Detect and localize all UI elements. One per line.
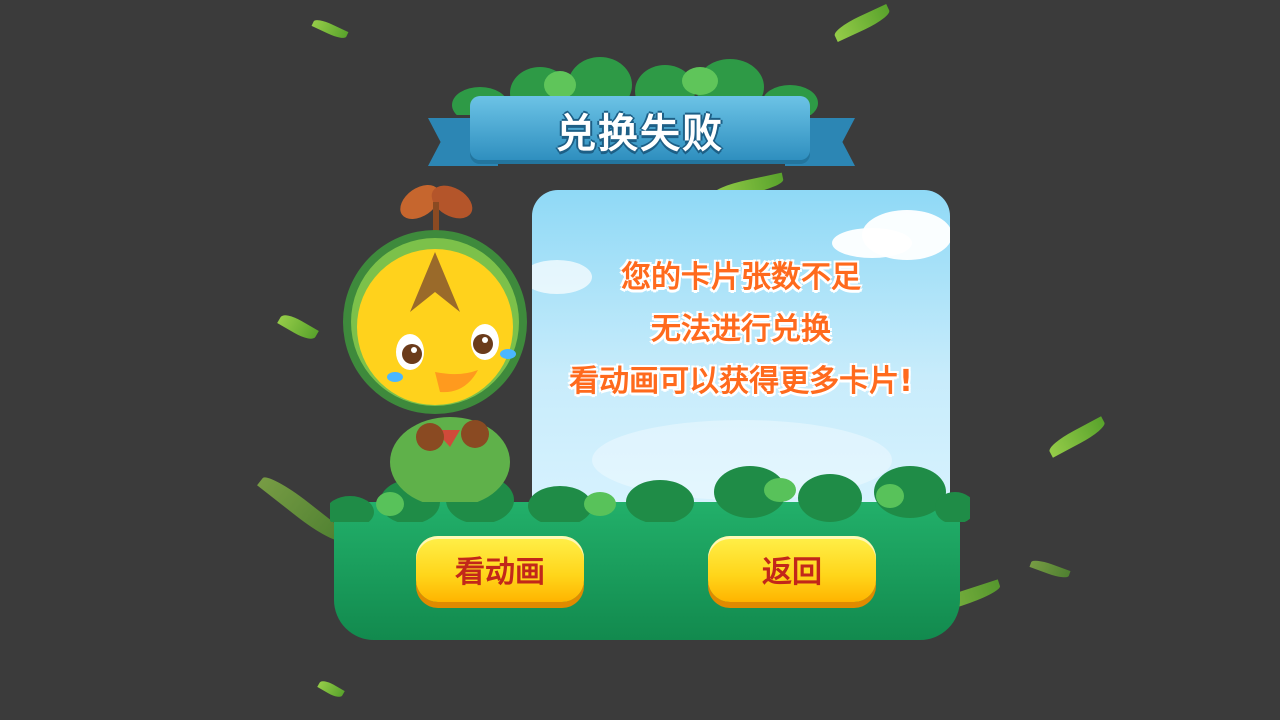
leaf-icon [311,16,349,42]
message-line-3: 看动画可以获得更多卡片! [569,364,913,399]
message-line-2: 无法进行兑换 [651,312,831,347]
dialog-title: 兑换失败 [556,111,724,157]
crying-chick-mascot-icon [343,184,527,502]
message-text: 您的卡片张数不足 无法进行兑换 看动画可以获得更多卡片! [532,252,950,408]
leaf-icon [317,678,345,700]
back-button[interactable]: 返回 [708,536,876,602]
watch-animation-button[interactable]: 看动画 [416,536,584,602]
leaf-icon [1046,416,1108,458]
leaf-icon [277,310,319,344]
message-line-1: 您的卡片张数不足 [621,260,861,295]
leaf-icon [1029,557,1071,581]
leaf-icon [831,3,893,43]
